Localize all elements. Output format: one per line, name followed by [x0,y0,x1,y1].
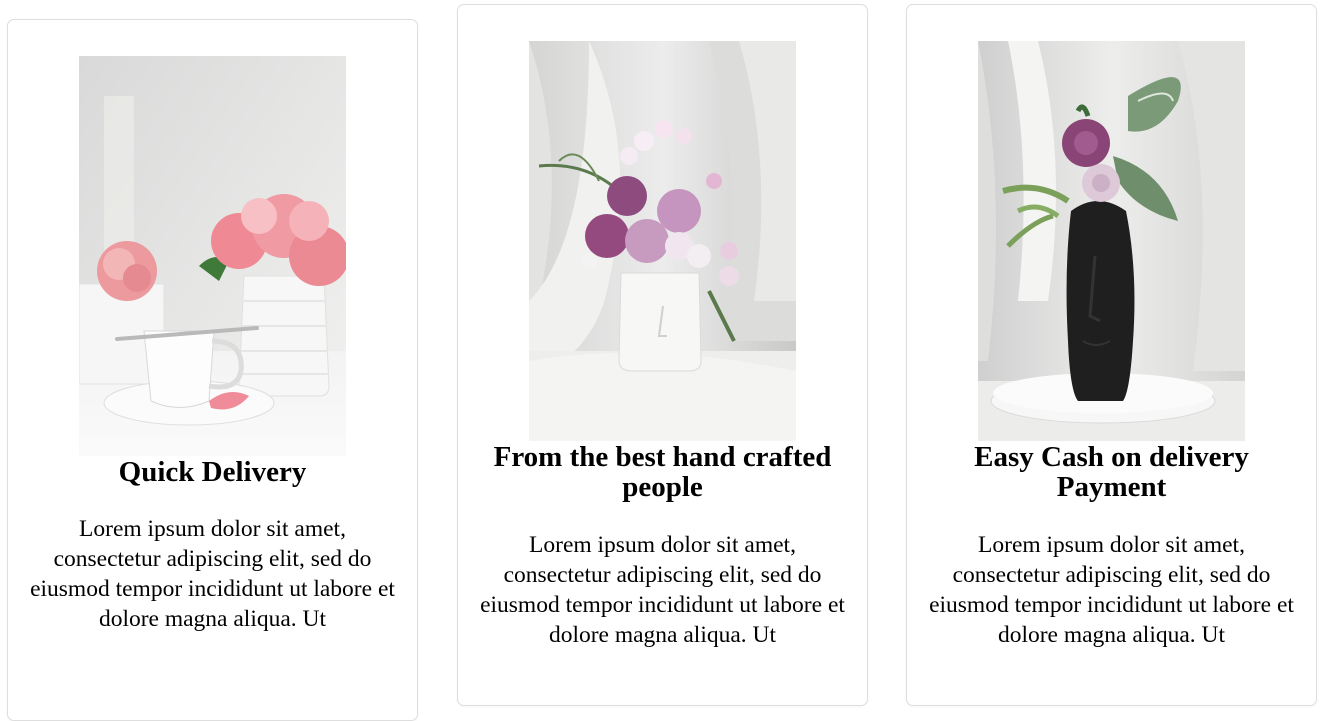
feature-card-quick-delivery: Quick Delivery Lorem ipsum dolor sit ame… [7,19,418,721]
pink-roses-cup-photo [79,56,346,456]
card-description: Lorem ipsum dolor sit amet, consectetur … [30,516,395,632]
card-description: Lorem ipsum dolor sit amet, consectetur … [929,532,1294,648]
card-description: Lorem ipsum dolor sit amet, consectetur … [480,532,845,648]
feature-card-hand-crafted: From the best hand crafted people Lorem … [457,4,868,706]
card-title: Easy Cash on delivery Payment [974,441,1249,503]
flower-vase-face-photo [529,41,796,441]
card-title: From the best hand crafted people [493,441,832,503]
card-title: Quick Delivery [118,456,307,488]
black-face-vase-photo [978,41,1245,441]
feature-card-cash-on-delivery: Easy Cash on delivery Payment Lorem ipsu… [906,4,1317,706]
